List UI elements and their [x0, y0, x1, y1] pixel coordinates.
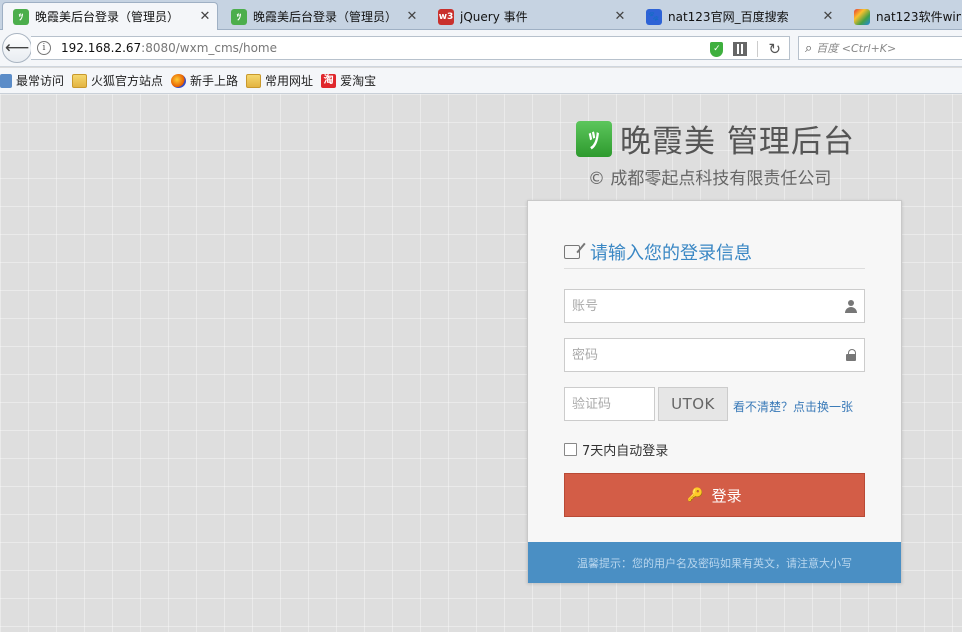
- page-content: ﾂ 晚霞美 管理后台 © 成都零起点科技有限责任公司 请输入您的登录信息 UTO…: [0, 94, 962, 632]
- lock-icon: [845, 349, 857, 361]
- tab-nat123[interactable]: nat123软件wind: [843, 2, 962, 30]
- captcha-refresh-link[interactable]: 看不清楚？点击换一张: [733, 398, 853, 415]
- folder-icon: [246, 73, 262, 88]
- most-visited-icon: [0, 73, 12, 88]
- tab-title: nat123官网_百度搜索: [668, 10, 789, 24]
- key-icon: 🔑: [687, 487, 704, 503]
- address-bar-icons: ✓ ↻: [710, 40, 781, 58]
- tab-admin-login-1[interactable]: ﾂ 晚霞美后台登录（管理员） ✕: [2, 2, 218, 30]
- tab-title: 晚霞美后台登录（管理员）: [253, 10, 398, 24]
- user-icon: [845, 299, 857, 313]
- close-icon[interactable]: ✕: [406, 9, 418, 24]
- login-panel-header: 请输入您的登录信息: [564, 235, 865, 269]
- bookmark-label: 爱淘宝: [340, 74, 377, 88]
- search-icon[interactable]: ⌕: [805, 41, 812, 56]
- login-panel: 请输入您的登录信息 UTOK 看不清楚？点击换一张 7天内自动登录 🔑 登录 温…: [527, 200, 902, 583]
- remember-checkbox[interactable]: [564, 443, 577, 456]
- remember-label: 7天内自动登录: [582, 444, 669, 459]
- login-tip-bar: 温馨提示：您的用户名及密码如果有英文，请注意大小写: [528, 542, 901, 583]
- address-bar[interactable]: i 192.168.2.67:8080/wxm_cms/home ✓ ↻: [31, 36, 790, 60]
- tab-jquery-events[interactable]: w3 jQuery 事件 ✕: [427, 2, 633, 30]
- taobao-icon: 淘: [321, 73, 337, 88]
- login-heading: 请输入您的登录信息: [590, 242, 752, 264]
- password-field[interactable]: [564, 338, 865, 372]
- bookmark-common-sites[interactable]: 常用网址: [246, 72, 313, 89]
- close-icon[interactable]: ✕: [822, 9, 834, 24]
- close-icon[interactable]: ✕: [614, 9, 626, 24]
- captcha-field[interactable]: [564, 387, 655, 421]
- url-path: :8080/wxm_cms/home: [141, 41, 277, 55]
- firefox-icon: [171, 73, 187, 88]
- login-button-label: 登录: [711, 486, 742, 505]
- navigation-bar: ⟵ i 192.168.2.67:8080/wxm_cms/home ✓ ↻ ⌕: [0, 30, 962, 67]
- divider: [757, 41, 759, 57]
- company-copyright: © 成都零起点科技有限责任公司: [588, 169, 832, 189]
- qr-code-icon[interactable]: [733, 42, 748, 56]
- w3-icon: w3: [438, 8, 454, 25]
- search-input[interactable]: [816, 41, 957, 55]
- search-box[interactable]: ⌕: [798, 36, 962, 60]
- brand-title: 晚霞美 管理后台: [620, 124, 855, 160]
- captcha-image[interactable]: UTOK: [658, 387, 728, 421]
- arrow-left-icon: ⟵: [4, 38, 30, 58]
- bookmark-label: 最常访问: [16, 74, 65, 88]
- browser-tab-bar: ﾂ 晚霞美后台登录（管理员） ✕ ﾂ 晚霞美后台登录（管理员） ✕ w3 jQu…: [0, 0, 962, 30]
- tab-baidu-search[interactable]: 🐾 nat123官网_百度搜索 ✕: [635, 2, 841, 30]
- edit-icon: [564, 244, 580, 259]
- bookmark-firefox-site[interactable]: 火狐官方站点: [72, 72, 163, 89]
- bookmark-taobao[interactable]: 淘 爱淘宝: [321, 72, 376, 89]
- account-field[interactable]: [564, 289, 865, 323]
- nat123-icon: [854, 8, 870, 25]
- remember-me[interactable]: 7天内自动登录: [564, 440, 668, 459]
- bookmark-getting-started[interactable]: 新手上路: [171, 72, 238, 89]
- app-leaf-icon: ﾂ: [13, 8, 29, 25]
- bookmark-label: 火狐官方站点: [91, 74, 164, 88]
- brand-logo-icon: ﾂ: [576, 120, 612, 157]
- bookmarks-toolbar: 最常访问 火狐官方站点 新手上路 常用网址 淘 爱淘宝: [0, 68, 962, 94]
- captcha-input[interactable]: [565, 388, 654, 420]
- close-icon[interactable]: ✕: [199, 9, 211, 24]
- bookmark-most-visited[interactable]: 最常访问: [0, 72, 64, 89]
- baidu-paw-icon: 🐾: [646, 8, 662, 25]
- tab-admin-login-2[interactable]: ﾂ 晚霞美后台登录（管理员） ✕: [220, 2, 425, 30]
- brand-header: ﾂ 晚霞美 管理后台: [576, 116, 855, 161]
- tab-title: jQuery 事件: [460, 10, 528, 24]
- login-tip-text: 温馨提示：您的用户名及密码如果有英文，请注意大小写: [577, 556, 852, 570]
- back-button[interactable]: ⟵: [2, 33, 32, 63]
- login-button[interactable]: 🔑 登录: [564, 473, 865, 517]
- folder-icon: [72, 73, 88, 88]
- app-leaf-icon: ﾂ: [231, 8, 247, 25]
- bookmark-label: 新手上路: [190, 74, 239, 88]
- bookmark-label: 常用网址: [265, 74, 314, 88]
- url-host: 192.168.2.67: [61, 41, 142, 55]
- tab-title: 晚霞美后台登录（管理员）: [35, 10, 180, 24]
- shield-icon[interactable]: ✓: [710, 41, 724, 57]
- password-input[interactable]: [565, 339, 845, 371]
- tab-title: nat123软件wind: [876, 10, 961, 24]
- reload-icon[interactable]: ↻: [768, 40, 781, 58]
- info-icon[interactable]: i: [37, 41, 51, 55]
- account-input[interactable]: [565, 290, 845, 322]
